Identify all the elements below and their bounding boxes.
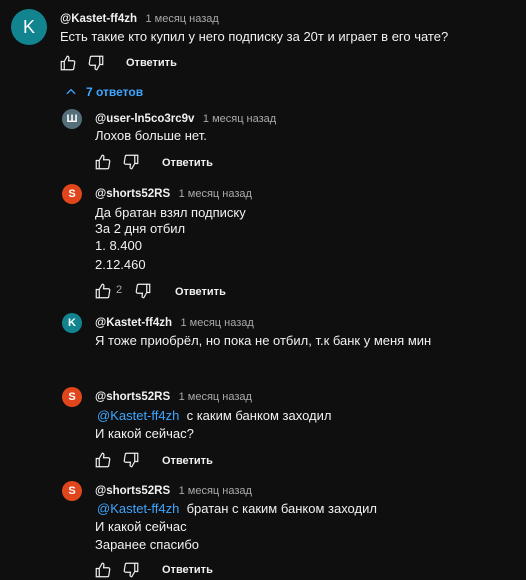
avatar-letter: S [68, 188, 76, 200]
author-name[interactable]: @Kastet-ff4zh [95, 317, 172, 329]
comment-text-line: И какой сейчас [95, 519, 187, 534]
avatar-letter: S [68, 485, 76, 497]
comment-text-line: 1. 8.400 [95, 238, 142, 253]
timestamp[interactable]: 1 месяц назад [179, 391, 252, 403]
dislike-icon[interactable] [122, 561, 140, 579]
dislike-icon[interactable] [134, 282, 152, 300]
reply-button[interactable]: Ответить [126, 57, 177, 69]
timestamp[interactable]: 1 месяц назад [203, 113, 276, 125]
reply-button[interactable]: Ответить [162, 455, 213, 467]
avatar[interactable]: S [62, 481, 82, 501]
like-icon[interactable] [94, 451, 112, 469]
author-name[interactable]: @shorts52RS [95, 485, 170, 497]
chevron-up-icon [66, 88, 76, 95]
comment-header: @user-ln5co3rc9v 1 месяц назад [95, 109, 276, 127]
comment-text: Я тоже приобрёл, но пока не отбил, т.к б… [95, 333, 432, 348]
dislike-icon[interactable] [87, 54, 105, 72]
reply-button[interactable]: Ответить [162, 157, 213, 169]
timestamp[interactable]: 1 месяц назад [179, 485, 252, 497]
author-name[interactable]: @shorts52RS [95, 391, 170, 403]
avatar[interactable]: S [62, 184, 82, 204]
dislike-icon[interactable] [122, 153, 140, 171]
author-name[interactable]: @shorts52RS [95, 188, 170, 200]
comment-text-line: Да братан взял подписку [95, 205, 246, 220]
comment-header: @Kastet-ff4zh 1 месяц назад [95, 313, 254, 331]
dislike-icon[interactable] [122, 451, 140, 469]
comment-text-line: За 2 дня отбил [95, 221, 186, 236]
comment-text-line: @Kastet-ff4zh братан с каким банком захо… [97, 501, 377, 517]
avatar-letter: K [68, 317, 76, 329]
comment-text-line: Заранее спасибо [95, 537, 199, 552]
comment-text-part: братан с каким банком заходил [186, 501, 377, 516]
mention-link[interactable]: @Kastet-ff4zh [97, 408, 179, 423]
avatar-letter: S [68, 391, 76, 403]
comment-text: Лохов больше нет. [95, 128, 207, 143]
comment-header: @shorts52RS 1 месяц назад [95, 184, 252, 202]
comment-text-line: @Kastet-ff4zh с каким банком заходил [97, 408, 331, 424]
replies-count-label: 7 ответов [86, 85, 144, 99]
comment-text: Есть такие кто купил у него подписку за … [60, 29, 449, 44]
comment-text-part: с каким банком заходил [186, 408, 332, 423]
avatar[interactable]: Ш [62, 109, 82, 129]
author-name[interactable]: @Kastet-ff4zh [60, 13, 137, 25]
author-name[interactable]: @user-ln5co3rc9v [95, 113, 194, 125]
comment-header: @Kastet-ff4zh 1 месяц назад [60, 9, 219, 27]
comment-text-line: 2.12.460 [95, 257, 146, 272]
mention-link[interactable]: @Kastet-ff4zh [97, 501, 179, 516]
reply-button[interactable]: Ответить [175, 286, 226, 298]
timestamp[interactable]: 1 месяц назад [145, 13, 218, 25]
comment-header: @shorts52RS 1 месяц назад [95, 387, 252, 405]
like-icon[interactable] [94, 153, 112, 171]
like-icon[interactable] [94, 561, 112, 579]
comment-header: @shorts52RS 1 месяц назад [95, 481, 252, 499]
reply-button[interactable]: Ответить [162, 564, 213, 576]
avatar-letter: K [22, 16, 35, 37]
timestamp[interactable]: 1 месяц назад [179, 188, 252, 200]
avatar[interactable]: K [62, 313, 82, 333]
avatar[interactable]: K [11, 9, 47, 45]
avatar-letter: Ш [66, 113, 78, 125]
timestamp[interactable]: 1 месяц назад [180, 317, 253, 329]
like-icon[interactable] [59, 54, 77, 72]
avatar[interactable]: S [62, 387, 82, 407]
like-count: 2 [116, 284, 123, 296]
replies-toggle[interactable]: 7 ответов [64, 85, 143, 99]
like-icon[interactable] [94, 282, 112, 300]
comment-text-line: И какой сейчас? [95, 426, 194, 441]
